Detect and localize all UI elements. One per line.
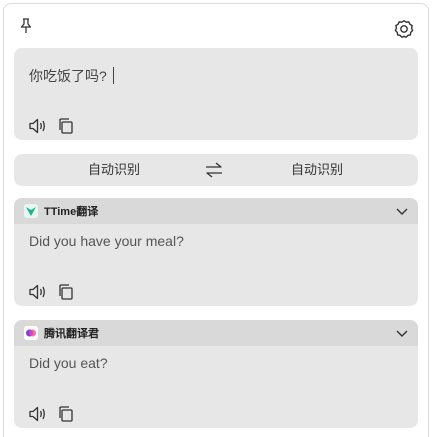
speaker-icon[interactable] bbox=[27, 115, 49, 137]
source-language-select[interactable]: 自动识别 bbox=[88, 154, 140, 186]
text-caret bbox=[112, 67, 114, 84]
speaker-icon[interactable] bbox=[27, 281, 49, 303]
translation-text: Did you eat? bbox=[29, 355, 108, 371]
result-header[interactable]: TTime翻译 bbox=[14, 198, 418, 224]
pin-icon[interactable] bbox=[14, 14, 38, 38]
result-header[interactable]: 腾讯翻译君 bbox=[14, 320, 418, 346]
gear-icon[interactable] bbox=[392, 17, 416, 41]
copy-icon[interactable] bbox=[55, 281, 77, 303]
copy-icon[interactable] bbox=[55, 403, 77, 425]
language-bar: 自动识别 自动识别 bbox=[14, 154, 418, 186]
source-input-area[interactable]: 你吃饭了吗? bbox=[14, 48, 418, 140]
swap-icon[interactable] bbox=[203, 160, 225, 180]
service-name: 腾讯翻译君 bbox=[44, 328, 99, 340]
translation-text: Did you have your meal? bbox=[29, 233, 184, 249]
service-name: TTime翻译 bbox=[44, 206, 99, 218]
copy-icon[interactable] bbox=[55, 115, 77, 137]
ttime-logo-icon bbox=[24, 204, 38, 218]
speaker-icon[interactable] bbox=[27, 403, 49, 425]
chevron-down-icon[interactable] bbox=[394, 325, 410, 341]
result-card-ttime: TTime翻译 Did you have your meal? bbox=[14, 198, 418, 306]
tencent-logo-icon bbox=[24, 326, 38, 340]
chevron-down-icon[interactable] bbox=[394, 203, 410, 219]
target-language-select[interactable]: 自动识别 bbox=[291, 154, 343, 186]
source-text-input[interactable]: 你吃饭了吗? bbox=[29, 66, 114, 86]
result-card-tencent: 腾讯翻译君 Did you eat? bbox=[14, 320, 418, 428]
